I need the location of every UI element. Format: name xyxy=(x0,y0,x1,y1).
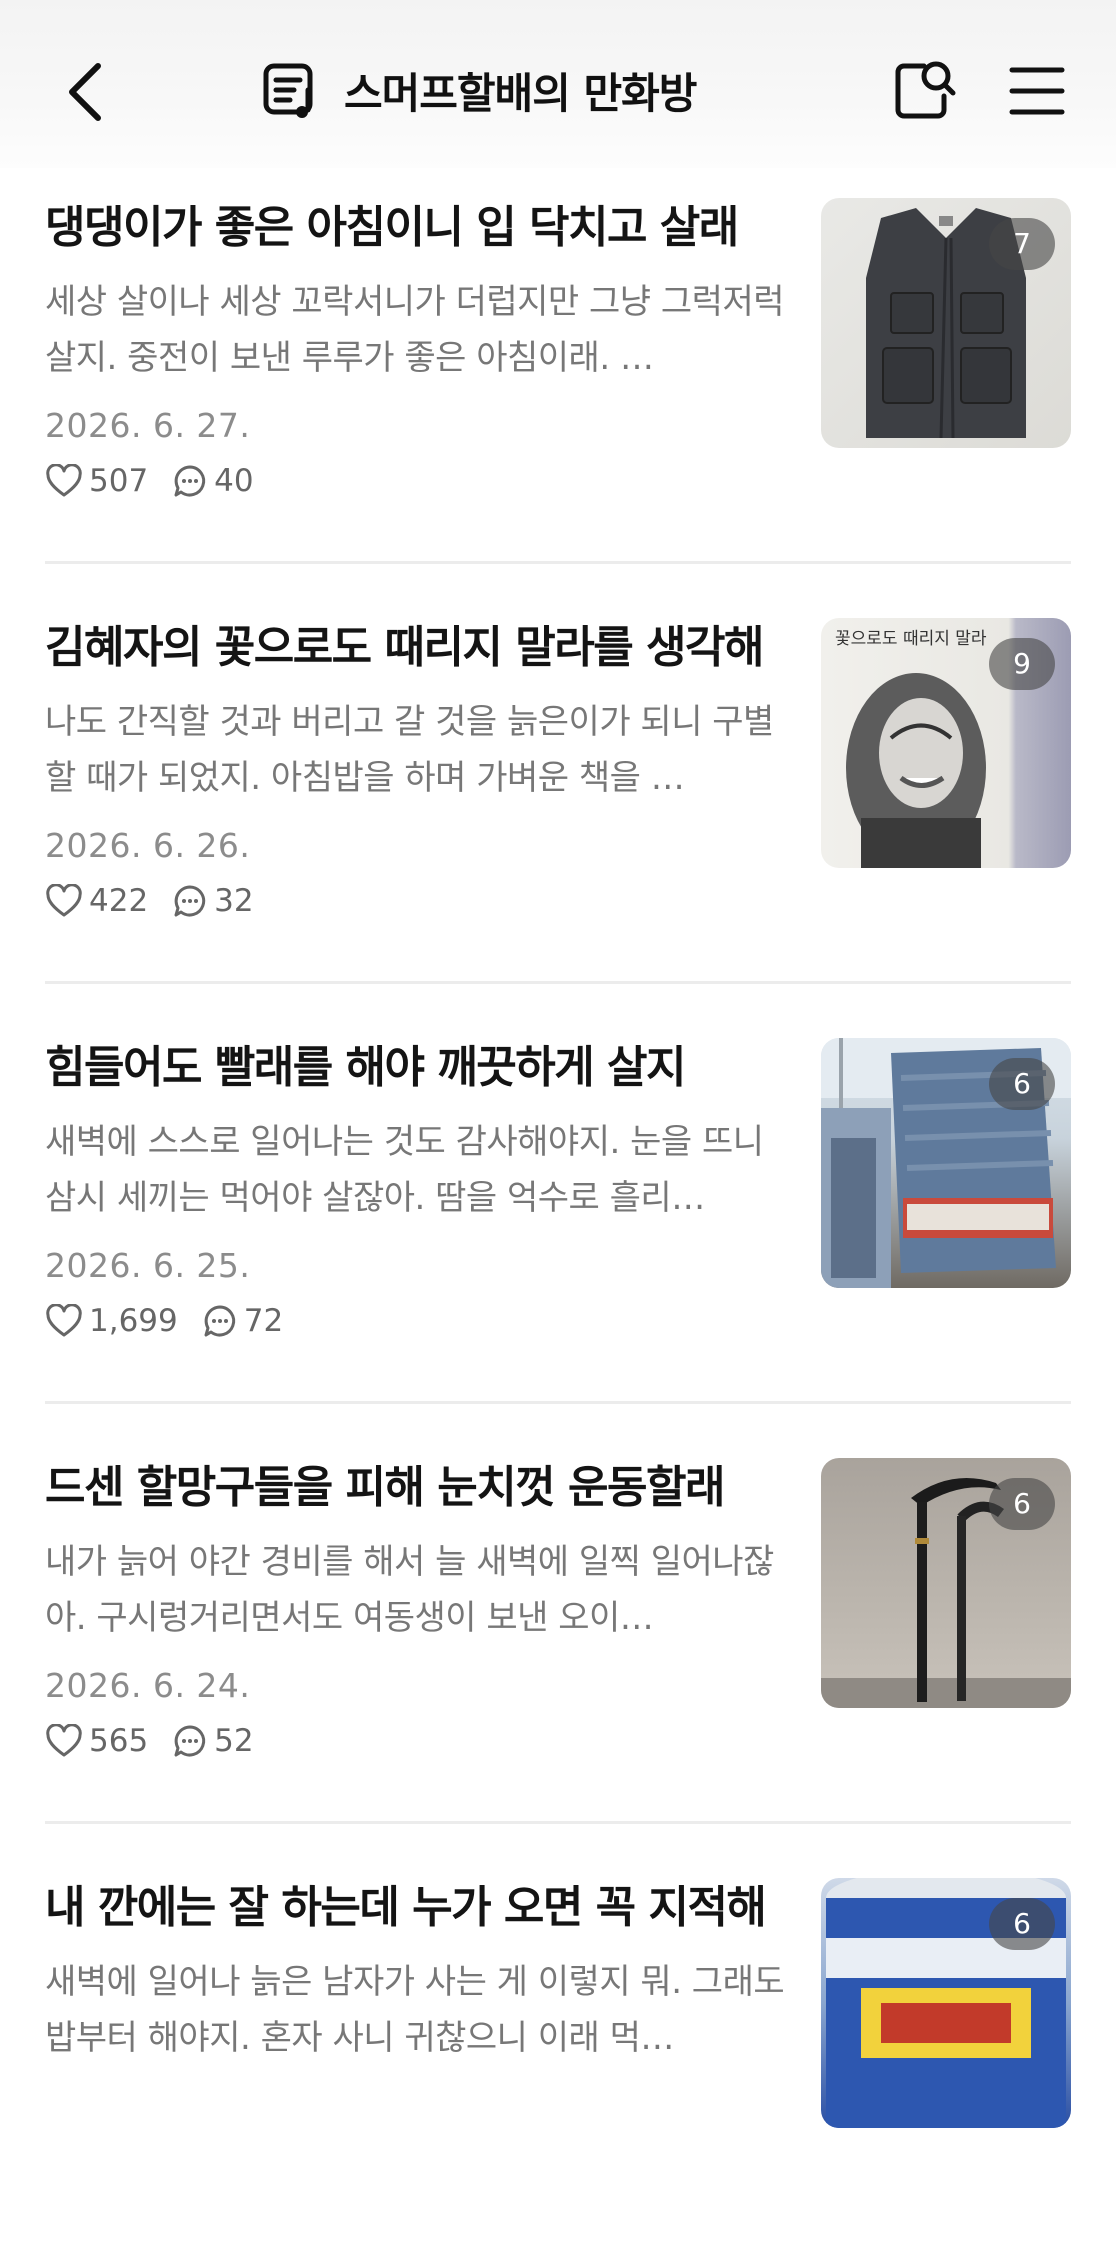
comment-count: 72 xyxy=(243,1303,284,1339)
post-title[interactable]: 내 깐에는 잘 하는데 누가 오면 꼭 지적해 xyxy=(45,1878,815,1938)
post-stats: 507 40 xyxy=(45,463,254,499)
board-title-group[interactable]: 스머프할배의 만화방 xyxy=(262,56,697,124)
post-date: 2026. 6. 27. xyxy=(45,406,251,445)
back-chevron-icon xyxy=(69,63,101,121)
comment-bubble-icon xyxy=(174,465,206,497)
divider xyxy=(45,1821,1071,1824)
comment-count: 32 xyxy=(214,883,254,919)
post-title[interactable]: 드센 할망구들을 피해 눈치껏 운동할래 xyxy=(45,1458,815,1518)
image-count-badge: 6 xyxy=(989,1478,1055,1530)
like-stat[interactable]: 422 xyxy=(45,883,148,919)
comment-stat[interactable]: 32 xyxy=(172,883,254,919)
post-stats: 1,699 72 xyxy=(45,1303,283,1339)
post-date: 2026. 6. 24. xyxy=(45,1666,251,1705)
post-item[interactable]: 김혜자의 꽃으로도 때리지 말라를 생각해 나도 간직할 것과 버리고 갈 것을… xyxy=(45,588,1071,1008)
post-title[interactable]: 김혜자의 꽃으로도 때리지 말라를 생각해 xyxy=(45,618,815,678)
like-stat[interactable]: 507 xyxy=(45,463,148,499)
board-title: 스머프할배의 만화방 xyxy=(344,68,697,118)
image-count-badge: 9 xyxy=(989,638,1055,690)
heart-icon xyxy=(46,1724,82,1757)
post-excerpt: 내가 늙어 야간 경비를 해서 늘 새벽에 일찍 일어나잖아. 구시렁거리면서도… xyxy=(45,1542,774,1638)
image-count-badge: 7 xyxy=(989,218,1055,270)
post-stats: 422 32 xyxy=(45,883,254,919)
comment-bubble-icon xyxy=(174,885,206,917)
divider xyxy=(45,1401,1071,1404)
heart-icon xyxy=(46,884,82,917)
divider xyxy=(45,981,1071,984)
post-excerpt: 세상 살이나 세상 꼬락서니가 더럽지만 그냥 그럭저럭 살지. 중전이 보낸 … xyxy=(45,282,785,378)
post-item[interactable]: 힘들어도 빨래를 해야 깨끗하게 살지 새벽에 스스로 일어나는 것도 감사해야… xyxy=(45,1008,1071,1428)
post-thumbnail[interactable]: 6 xyxy=(821,1878,1071,2128)
post-date: 2026. 6. 26. xyxy=(45,826,251,865)
post-title[interactable]: 댕댕이가 좋은 아침이니 입 닥치고 살래 xyxy=(45,198,815,258)
like-count: 422 xyxy=(89,883,149,919)
image-count-badge: 6 xyxy=(989,1898,1055,1950)
search-icon xyxy=(895,61,956,119)
top-app-bar: 스머프할배의 만화방 xyxy=(0,0,1116,168)
post-excerpt: 새벽에 스스로 일어나는 것도 감사해야지. 눈을 뜨니 삼시 세끼는 먹어야 … xyxy=(45,1122,764,1218)
comment-stat[interactable]: 72 xyxy=(202,1303,283,1339)
menu-button[interactable] xyxy=(1008,62,1066,120)
comment-bubble-icon xyxy=(204,1305,235,1337)
book-title-text: 꽃으로도 때리지 말라 xyxy=(835,629,987,649)
comment-bubble-icon xyxy=(174,1725,206,1757)
heart-icon xyxy=(46,1304,82,1337)
post-thumbnail[interactable]: 6 xyxy=(821,1038,1071,1288)
post-date: 2026. 6. 25. xyxy=(45,1246,251,1285)
post-stats: 565 52 xyxy=(45,1723,254,1759)
comment-count: 52 xyxy=(214,1723,254,1759)
post-excerpt: 새벽에 일어나 늙은 남자가 사는 게 이렇지 뭐. 그래도 밥부터 해야지. … xyxy=(45,1962,785,2058)
like-count: 565 xyxy=(89,1723,149,1759)
post-item[interactable]: 내 깐에는 잘 하는데 누가 오면 꼭 지적해 새벽에 일어나 늙은 남자가 사… xyxy=(45,1848,1071,2268)
like-stat[interactable]: 565 xyxy=(45,1723,148,1759)
post-title[interactable]: 힘들어도 빨래를 해야 깨끗하게 살지 xyxy=(45,1038,815,1098)
back-button[interactable] xyxy=(62,56,110,128)
post-item[interactable]: 드센 할망구들을 피해 눈치껏 운동할래 내가 늙어 야간 경비를 해서 늘 새… xyxy=(45,1428,1071,1848)
image-count-badge: 6 xyxy=(989,1058,1055,1110)
like-stat[interactable]: 1,699 xyxy=(45,1303,178,1339)
post-excerpt: 나도 간직할 것과 버리고 갈 것을 늙은이가 되니 구별할 때가 되었지. 아… xyxy=(45,702,774,798)
heart-icon xyxy=(46,464,82,497)
post-item[interactable]: 댕댕이가 좋은 아침이니 입 닥치고 살래 세상 살이나 세상 꼬락서니가 더럽… xyxy=(45,168,1071,588)
search-button[interactable] xyxy=(890,58,958,124)
post-thumbnail[interactable]: 꽃으로도 때리지 말라 9 xyxy=(821,618,1071,868)
board-list-icon xyxy=(263,63,313,118)
hamburger-menu-icon xyxy=(1009,67,1065,115)
post-thumbnail[interactable]: 6 xyxy=(821,1458,1071,1708)
like-count: 507 xyxy=(89,463,149,499)
post-thumbnail[interactable]: 7 xyxy=(821,198,1071,448)
comment-stat[interactable]: 52 xyxy=(172,1723,254,1759)
comment-count: 40 xyxy=(214,463,254,499)
divider xyxy=(45,561,1071,564)
comment-stat[interactable]: 40 xyxy=(172,463,254,499)
like-count: 1,699 xyxy=(89,1303,178,1339)
